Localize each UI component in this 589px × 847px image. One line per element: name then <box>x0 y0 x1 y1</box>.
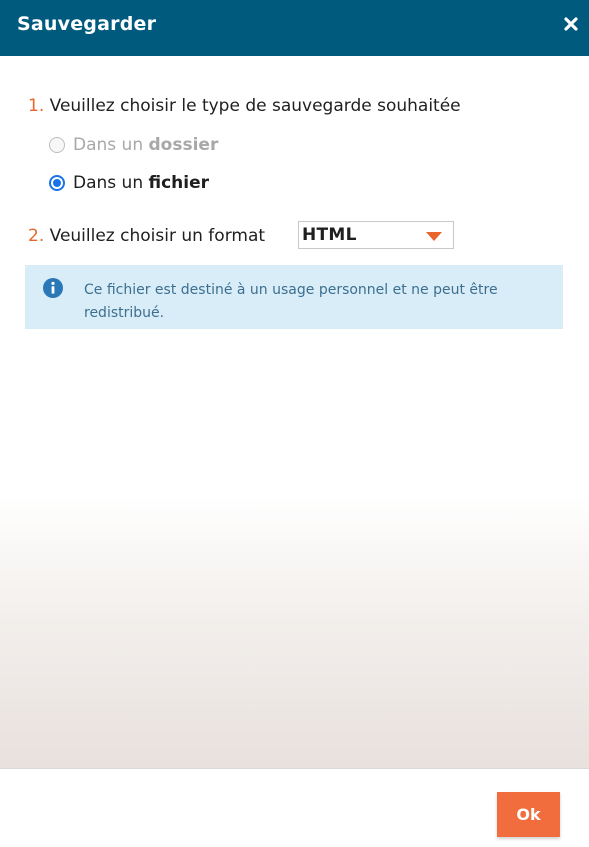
ok-button[interactable]: Ok <box>497 792 560 837</box>
step-2-number: 2. <box>28 226 45 246</box>
info-text: Ce fichier est destiné à un usage person… <box>84 282 498 321</box>
step-2-label: Veuillez choisir un format <box>49 226 266 246</box>
save-dialog: Sauvegarder 1. Veuillez choisir le type … <box>0 0 589 847</box>
step-1-heading: 1. Veuillez choisir le type de sauvegard… <box>28 96 461 116</box>
option-file-emphasis: fichier <box>148 173 210 193</box>
step-1-label: Veuillez choisir le type de sauvegarde s… <box>49 96 461 116</box>
step-1-number: 1. <box>28 96 45 116</box>
option-folder-prefix: Dans un <box>73 135 149 155</box>
option-file-prefix: Dans un <box>73 173 149 193</box>
radio-file[interactable] <box>49 175 65 191</box>
option-file[interactable]: Dans un fichier <box>49 172 209 194</box>
step-2-heading: 2. Veuillez choisir un format <box>28 226 265 246</box>
dialog-body: 1. Veuillez choisir le type de sauvegard… <box>0 56 589 768</box>
format-select[interactable]: HTML <box>298 221 454 249</box>
option-folder-emphasis: dossier <box>148 135 219 155</box>
info-icon <box>43 278 63 298</box>
dialog-header: Sauvegarder <box>0 0 589 56</box>
chevron-down-icon[interactable] <box>426 232 442 241</box>
close-icon[interactable] <box>563 16 579 32</box>
option-folder[interactable]: Dans un dossier <box>49 134 218 156</box>
format-select-value: HTML <box>302 225 357 245</box>
dialog-footer: Ok <box>0 768 589 847</box>
radio-folder[interactable] <box>49 137 65 153</box>
dialog-title: Sauvegarder <box>17 13 157 35</box>
info-message: Ce fichier est destiné à un usage person… <box>25 265 563 329</box>
